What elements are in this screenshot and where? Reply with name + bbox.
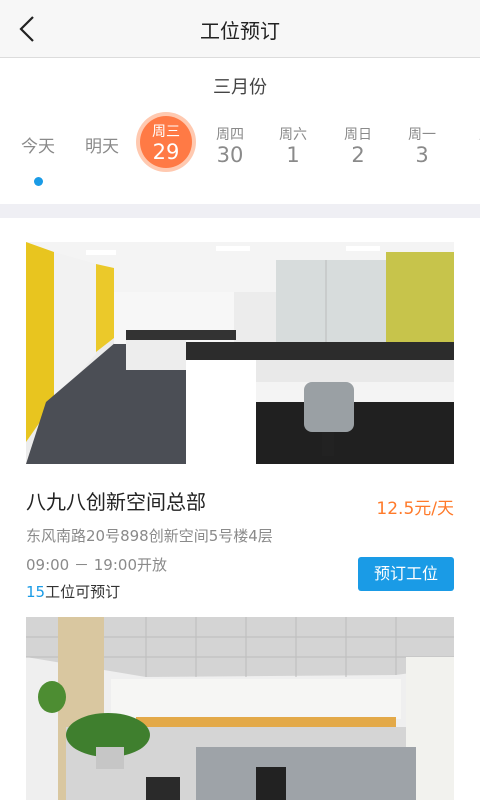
book-workstation-button[interactable]: 预订工位 bbox=[358, 557, 454, 591]
day-label: 明天 bbox=[85, 137, 119, 157]
available-count: 15 bbox=[26, 583, 46, 601]
day-weekday: 周四 bbox=[216, 127, 244, 143]
selected-day-circle: 周三 29 bbox=[140, 116, 192, 168]
workspace-card[interactable]: 八九八创新空间总部 12.5元/天 东风南路20号898创新空间5号楼4层 09… bbox=[26, 242, 454, 602]
day-weekday: 周三 bbox=[152, 124, 180, 140]
day-label: 今天 bbox=[21, 137, 55, 157]
day-today[interactable]: 今天 bbox=[8, 112, 68, 157]
day-weekday: 周日 bbox=[344, 127, 372, 143]
workspace-card[interactable] bbox=[26, 617, 454, 800]
day-selected[interactable]: 周三 29 bbox=[136, 116, 196, 168]
day-weekday: 周六 bbox=[279, 127, 307, 143]
day-date: 30 bbox=[216, 143, 244, 167]
day-weekday: 周一 bbox=[408, 127, 436, 143]
day-item[interactable]: 周四 30 bbox=[200, 112, 260, 166]
day-date: 2 bbox=[351, 143, 365, 167]
workspace-address: 东风南路20号898创新空间5号楼4层 bbox=[26, 527, 273, 545]
day-item[interactable]: 周一 3 bbox=[392, 112, 452, 166]
day-tomorrow[interactable]: 明天 bbox=[72, 112, 132, 157]
available-suffix: 工位可预订 bbox=[45, 583, 121, 601]
office-photo bbox=[26, 617, 454, 800]
day-selector: 今天 明天 周三 29 周四 30 周六 1 周日 2 周一 3 周 bbox=[0, 112, 480, 192]
day-item[interactable]: 周日 2 bbox=[328, 112, 388, 166]
month-label: 三月份 bbox=[213, 77, 267, 98]
today-indicator-dot bbox=[34, 177, 43, 186]
day-date: 29 bbox=[152, 140, 180, 164]
day-item[interactable]: 周六 1 bbox=[263, 112, 323, 166]
section-divider bbox=[0, 204, 480, 218]
day-date: 3 bbox=[415, 143, 429, 167]
day-item-partial[interactable]: 周 bbox=[456, 112, 480, 144]
workspace-price: 12.5元/天 bbox=[376, 499, 454, 519]
page-title: 工位预订 bbox=[200, 19, 280, 43]
office-photo bbox=[26, 242, 454, 464]
day-date: 1 bbox=[286, 143, 300, 167]
day-weekday: 周 bbox=[456, 124, 480, 144]
navigation-bar: 工位预订 bbox=[0, 0, 480, 58]
